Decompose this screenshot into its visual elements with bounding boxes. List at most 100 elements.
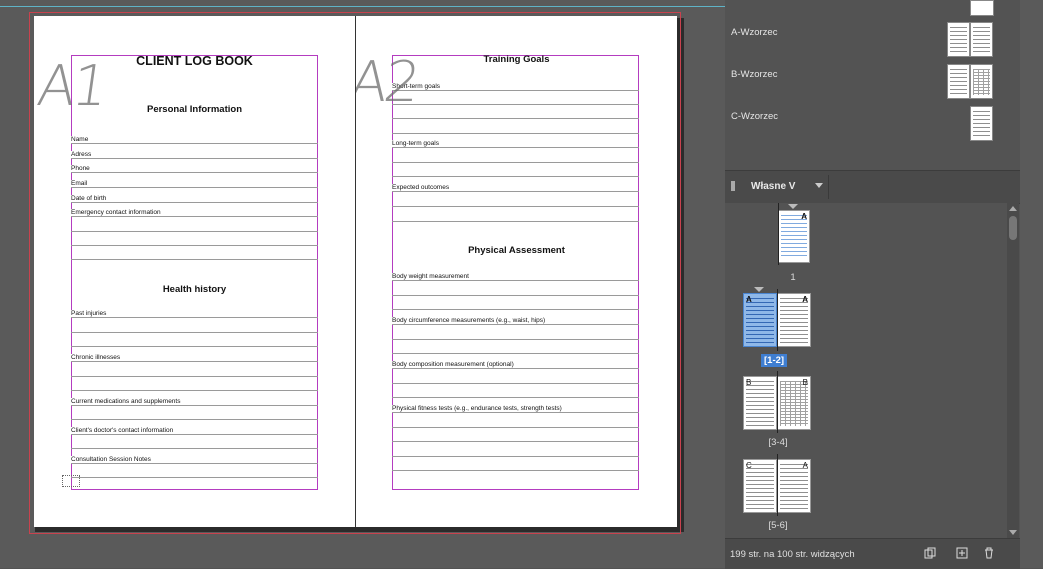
- page-caption-3-4[interactable]: [3-4]: [761, 437, 795, 448]
- field-label[interactable]: Chronic illnesses: [71, 354, 122, 361]
- master-b-label: B-Wzorzec: [731, 69, 778, 80]
- fill-line: [392, 118, 639, 119]
- pages-panel[interactable]: A-Wzorzec B-Wzorzec C-Wzorzec Własne V A…: [725, 0, 1043, 569]
- pages-section-header[interactable]: Własne V: [725, 170, 1020, 204]
- fill-line: [71, 202, 318, 203]
- field-label[interactable]: Phone: [71, 165, 91, 172]
- chevron-down-icon[interactable]: [815, 183, 823, 188]
- fill-line: [392, 470, 639, 471]
- fill-line: [71, 346, 318, 347]
- document-canvas[interactable]: CLIENT LOG BOOK Personal Information Nam…: [0, 0, 725, 568]
- page-thumb-1[interactable]: A: [778, 210, 810, 263]
- page-thumb-6[interactable]: A: [777, 459, 811, 513]
- fill-line: [71, 245, 318, 246]
- marker-icon: [788, 204, 798, 209]
- field-label[interactable]: Physical fitness tests (e.g., endurance …: [392, 405, 563, 412]
- master-c-thumb: [970, 106, 993, 141]
- page-size-icon[interactable]: [923, 546, 937, 560]
- fill-line: [392, 295, 639, 296]
- field-label[interactable]: Past injuries: [71, 310, 108, 317]
- spine-line: [778, 203, 779, 265]
- physical-assessment-heading[interactable]: Physical Assessment: [356, 245, 677, 256]
- fill-line: [392, 221, 639, 222]
- fill-line: [392, 441, 639, 442]
- fill-line: [71, 376, 318, 377]
- spine-line: [777, 371, 778, 433]
- fill-line: [392, 456, 639, 457]
- page-caption-1[interactable]: 1: [785, 272, 801, 283]
- empty-text-frame[interactable]: [62, 475, 80, 487]
- fill-line: [392, 280, 639, 281]
- fill-line: [392, 309, 639, 310]
- field-label[interactable]: Body circumference measurements (e.g., w…: [392, 317, 547, 324]
- field-label[interactable]: Body composition measurement (optional): [392, 361, 515, 368]
- fill-line: [392, 104, 639, 105]
- fill-line: [392, 383, 639, 384]
- field-label[interactable]: Expected outcomes: [392, 184, 451, 191]
- fill-line: [71, 187, 318, 188]
- fill-line: [392, 427, 639, 428]
- master-b-row[interactable]: B-Wzorzec: [725, 62, 1015, 102]
- none-master-thumb[interactable]: [970, 0, 994, 16]
- pages-scrollbar[interactable]: [1007, 203, 1019, 538]
- field-label[interactable]: Client's doctor's contact information: [71, 427, 175, 434]
- fill-line: [71, 317, 318, 318]
- master-b-thumb-left: [947, 64, 970, 99]
- fill-line: [71, 172, 318, 173]
- field-label[interactable]: Current medications and supplements: [71, 398, 182, 405]
- section-name[interactable]: Własne V: [751, 181, 795, 192]
- fill-line: [392, 90, 639, 91]
- master-prefix: A: [746, 295, 752, 304]
- scroll-thumb[interactable]: [1009, 216, 1017, 240]
- fill-line: [392, 324, 639, 325]
- fill-line: [392, 368, 639, 369]
- fill-line: [392, 191, 639, 192]
- master-a-label: A-Wzorzec: [731, 27, 778, 38]
- field-label[interactable]: Adress: [71, 151, 93, 158]
- field-label[interactable]: Date of birth: [71, 195, 108, 202]
- master-a-thumb-left: [947, 22, 970, 57]
- fill-line: [392, 133, 639, 134]
- field-label[interactable]: Name: [71, 136, 90, 143]
- scroll-down-icon[interactable]: [1009, 530, 1017, 535]
- page-caption-1-2[interactable]: [1-2]: [761, 354, 788, 367]
- page-thumb-1-left[interactable]: A: [743, 293, 777, 347]
- master-prefix: C: [746, 461, 752, 470]
- page-thumb-3[interactable]: B: [743, 376, 777, 430]
- health-history-heading[interactable]: Health history: [34, 284, 355, 295]
- field-label[interactable]: Emergency contact information: [71, 209, 162, 216]
- scroll-up-icon[interactable]: [1009, 206, 1017, 211]
- master-prefix: A: [802, 295, 808, 304]
- page-count-status: 199 str. na 100 str. widzących: [730, 549, 855, 560]
- delete-page-icon[interactable]: [982, 546, 996, 560]
- fill-line: [392, 412, 639, 413]
- grip-icon[interactable]: [731, 181, 735, 191]
- master-b-thumb-right: [970, 64, 993, 99]
- page-thumb-2-right[interactable]: A: [777, 293, 811, 347]
- pages-list[interactable]: A 1 A A [1-2] B B [3-4] C A [5-6]: [725, 203, 1015, 538]
- fill-line: [392, 397, 639, 398]
- left-page[interactable]: CLIENT LOG BOOK Personal Information Nam…: [34, 16, 355, 527]
- page-thumb-5[interactable]: C: [743, 459, 777, 513]
- right-page[interactable]: Training Goals Physical Assessment Short…: [356, 16, 677, 527]
- field-label[interactable]: Long-term goals: [392, 140, 440, 147]
- master-prefix: A: [801, 212, 807, 221]
- page-caption-5-6[interactable]: [5-6]: [761, 520, 795, 531]
- new-page-icon[interactable]: [955, 546, 969, 560]
- marker-icon: [754, 287, 764, 292]
- fill-line: [71, 361, 318, 362]
- master-a-thumb-right: [970, 22, 993, 57]
- master-c-row[interactable]: C-Wzorzec: [725, 104, 1015, 144]
- master-prefix: A: [802, 461, 808, 470]
- fill-line: [71, 231, 318, 232]
- master-a-row[interactable]: A-Wzorzec: [725, 20, 1015, 60]
- divider: [828, 175, 829, 199]
- field-label[interactable]: Email: [71, 180, 89, 187]
- fill-line: [71, 259, 318, 260]
- fill-line: [71, 477, 318, 478]
- field-label[interactable]: Consultation Session Notes: [71, 456, 152, 463]
- fill-line: [392, 206, 639, 207]
- page-thumb-4[interactable]: B: [777, 376, 811, 430]
- guide-line: [0, 6, 725, 7]
- field-label[interactable]: Body weight measurement: [392, 273, 470, 280]
